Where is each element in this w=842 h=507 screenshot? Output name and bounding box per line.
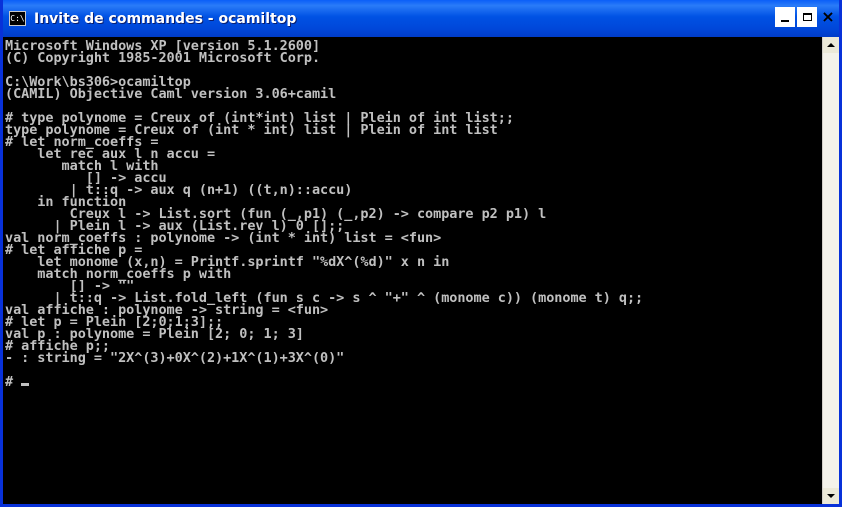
text-cursor bbox=[21, 383, 30, 386]
console-line: - : string = "2X^(3)+0X^(2)+1X^(1)+3X^(0… bbox=[5, 350, 821, 366]
close-button[interactable]: × bbox=[819, 7, 837, 27]
window-title: Invite de commandes - ocamiltop bbox=[34, 10, 297, 27]
console-line-text: - : string = "2X^(3)+0X^(2)+1X^(1)+3X^(0… bbox=[5, 350, 345, 366]
scroll-down-arrow-icon bbox=[827, 494, 835, 498]
maximize-icon bbox=[802, 13, 812, 21]
console-line-text: (CAMIL) Objective Caml version 3.06+cami… bbox=[5, 86, 337, 102]
console-line-text: # bbox=[5, 374, 22, 390]
console-line-text: (C) Copyright 1985-2001 Microsoft Corp. bbox=[5, 50, 321, 66]
console-line: val p : polynome = Plein [2; 0; 1; 3] bbox=[5, 327, 821, 341]
console-line: # bbox=[5, 374, 821, 390]
window-controls: × bbox=[775, 7, 837, 27]
cmd-icon[interactable]: C:\ bbox=[9, 11, 26, 26]
scroll-up-button[interactable] bbox=[823, 37, 839, 53]
console-line: | t::q -> aux q (n+1) ((t,n)::accu) bbox=[5, 183, 821, 197]
close-icon: × bbox=[821, 7, 835, 26]
scroll-down-button[interactable] bbox=[823, 488, 839, 504]
console-output[interactable]: Microsoft Windows XP [version 5.1.2600](… bbox=[5, 40, 821, 504]
minimize-button[interactable] bbox=[775, 7, 795, 27]
scrollbar-track[interactable] bbox=[823, 53, 839, 488]
minimize-icon bbox=[781, 20, 789, 22]
console-window: C:\ Invite de commandes - ocamiltop × Mi… bbox=[0, 0, 842, 507]
console-client-area[interactable]: Microsoft Windows XP [version 5.1.2600](… bbox=[3, 37, 839, 504]
console-line: (C) Copyright 1985-2001 Microsoft Corp. bbox=[5, 50, 821, 66]
maximize-button[interactable] bbox=[797, 7, 817, 27]
title-bar[interactable]: C:\ Invite de commandes - ocamiltop × bbox=[3, 0, 839, 37]
console-line: (CAMIL) Objective Caml version 3.06+cami… bbox=[5, 86, 821, 102]
scroll-up-arrow-icon bbox=[827, 43, 835, 47]
vertical-scrollbar[interactable] bbox=[822, 37, 839, 504]
